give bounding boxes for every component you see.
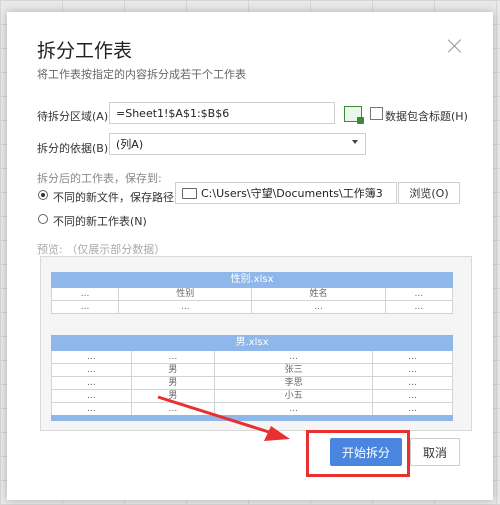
arrow-annotation [157,395,290,441]
